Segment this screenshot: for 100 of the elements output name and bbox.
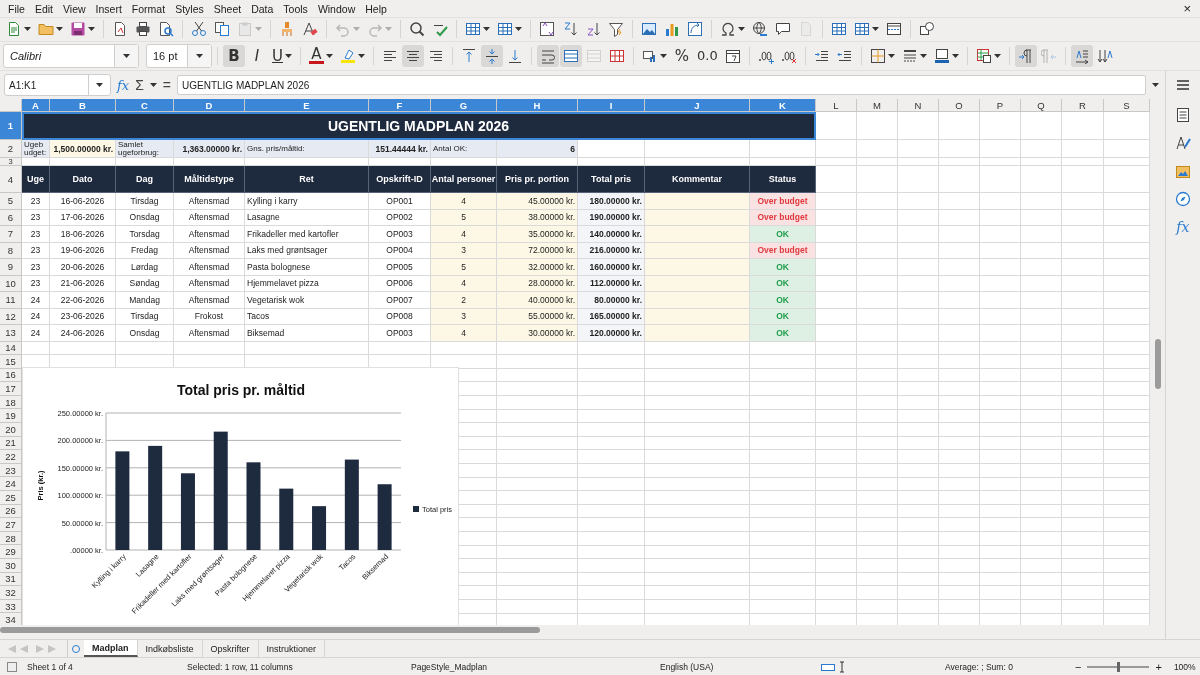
zoom-in-button[interactable]: + — [1155, 660, 1162, 673]
column-header[interactable]: Q — [1021, 99, 1062, 112]
vertical-scrollbar[interactable] — [1155, 339, 1161, 389]
sheet-tab[interactable]: Instruktioner — [258, 640, 326, 657]
table-cell: Torsdag — [116, 226, 174, 243]
table-cell: 23-06-2026 — [50, 308, 116, 325]
menu-item[interactable]: Data — [246, 2, 279, 15]
row-header[interactable]: 30 — [0, 559, 22, 573]
function-wizard-button[interactable]: fx — [117, 77, 130, 93]
row-header[interactable]: 4 — [0, 166, 22, 193]
menu-item[interactable]: Help — [360, 2, 392, 15]
menu-item[interactable]: Format — [126, 2, 171, 15]
row-header[interactable]: 34 — [0, 613, 22, 626]
row-header[interactable]: 27 — [0, 518, 22, 532]
formula-input[interactable]: UGENTLIG MADPLAN 2026 — [177, 75, 1146, 95]
column-header[interactable]: E — [245, 99, 369, 112]
horizontal-scrollbar[interactable] — [0, 627, 540, 634]
row-header[interactable]: 20 — [0, 423, 22, 437]
menu-item[interactable]: Sheet — [208, 2, 247, 15]
column-header[interactable]: N — [898, 99, 939, 112]
menu-item[interactable]: Edit — [29, 2, 58, 15]
menu-item[interactable]: File — [3, 2, 30, 15]
table-cell: Lasagne — [245, 209, 369, 226]
table-cell: Tirsdag — [116, 193, 174, 210]
menu-item[interactable]: Window — [312, 2, 361, 15]
column-header[interactable]: A — [22, 99, 50, 112]
sheet-tab[interactable]: Indkøbsliste — [137, 640, 203, 657]
column-header[interactable]: R — [1062, 99, 1104, 112]
menu-item[interactable]: Styles — [170, 2, 209, 15]
column-header[interactable]: P — [980, 99, 1021, 112]
align-center-button[interactable] — [402, 44, 424, 67]
table-cell: 80.00000 kr. — [578, 292, 645, 309]
paintbrush-icon — [279, 21, 295, 38]
align-middle-button[interactable] — [481, 44, 503, 67]
caret-icon — [96, 83, 103, 87]
zoom-out-button[interactable]: − — [1075, 660, 1082, 673]
bold-button[interactable]: B — [223, 44, 245, 67]
menu-item[interactable]: Tools — [278, 2, 313, 15]
row-header[interactable]: 17 — [0, 382, 22, 396]
column-header[interactable]: G — [431, 99, 497, 112]
row-header[interactable]: 1 — [0, 112, 22, 140]
column-header[interactable]: C — [116, 99, 174, 112]
table-cell: Aftensmad — [174, 325, 245, 342]
page-style: PageStyle_Madplan — [411, 661, 489, 672]
column-header[interactable]: S — [1104, 99, 1150, 112]
row-header[interactable]: 7 — [0, 226, 22, 243]
row-header[interactable]: 24 — [0, 477, 22, 492]
column-header[interactable]: O — [939, 99, 980, 112]
sidebar-deck-button[interactable] — [1174, 191, 1191, 207]
row-header[interactable]: 5 — [0, 193, 22, 210]
sidebar-deck-button[interactable] — [1174, 107, 1191, 123]
functions-deck-button[interactable]: fx — [1176, 219, 1190, 235]
column-header[interactable]: I — [578, 99, 645, 112]
row-header[interactable]: 22 — [0, 450, 22, 464]
table-cell: 24 — [22, 308, 50, 325]
column-header[interactable]: H — [497, 99, 578, 112]
row-header[interactable]: 25 — [0, 491, 22, 505]
column-header[interactable]: B — [50, 99, 116, 112]
sum-button[interactable]: Σ — [135, 77, 144, 93]
row-header[interactable]: 13 — [0, 325, 22, 342]
sheet-tab[interactable]: Opskrifter — [202, 640, 259, 657]
left-to-right-button[interactable] — [1014, 44, 1037, 67]
column-header[interactable]: F — [369, 99, 431, 112]
font-size-field[interactable]: 16 pt — [146, 43, 212, 68]
name-box[interactable]: A1:K1 — [4, 74, 111, 96]
slider-thumb[interactable] — [1116, 661, 1120, 672]
column-header[interactable]: M — [857, 99, 898, 112]
decimal-button[interactable]: 0.0 — [694, 44, 721, 67]
row-header[interactable]: 15 — [0, 355, 22, 369]
percent-button[interactable]: % — [671, 44, 693, 67]
font-name-field[interactable]: Calibri — [3, 43, 139, 68]
column-heading: Måltidstype — [174, 166, 245, 193]
pilcrow-arrow-icon — [1017, 47, 1034, 64]
sheet-tab[interactable]: Madplan — [84, 640, 138, 657]
formula-button[interactable]: = — [162, 77, 171, 93]
text-left-right-button[interactable] — [1070, 44, 1093, 67]
table-cell: Aftensmad — [174, 259, 245, 276]
font-color-button[interactable]: A — [306, 44, 336, 67]
row-header[interactable]: 19 — [0, 409, 22, 424]
wrap-text-icon — [540, 47, 556, 64]
row-header[interactable]: 29 — [0, 545, 22, 559]
properties-icon — [1174, 107, 1191, 123]
row-header[interactable]: 11 — [0, 292, 22, 309]
italic-button[interactable]: I — [246, 44, 268, 67]
table-cell: 20-06-2026 — [50, 259, 116, 276]
menu-item[interactable]: View — [58, 2, 91, 15]
table-cell: 40.00000 kr. — [497, 292, 578, 309]
row-header[interactable]: 32 — [0, 586, 22, 600]
sidebar-deck-button[interactable] — [1174, 135, 1191, 151]
row-header[interactable]: 2 — [0, 140, 22, 158]
menu-item[interactable]: Insert — [90, 2, 127, 15]
merge-center-button[interactable] — [560, 44, 582, 67]
text-cursor-icon — [838, 660, 846, 673]
underline-button[interactable]: U — [269, 44, 295, 67]
row-header[interactable]: 9 — [0, 259, 22, 276]
close-button[interactable]: × — [1177, 1, 1197, 16]
column-header[interactable]: L — [816, 99, 857, 112]
column-header[interactable]: J — [645, 99, 750, 112]
column-header[interactable]: D — [174, 99, 245, 112]
column-header[interactable]: K — [750, 99, 816, 112]
